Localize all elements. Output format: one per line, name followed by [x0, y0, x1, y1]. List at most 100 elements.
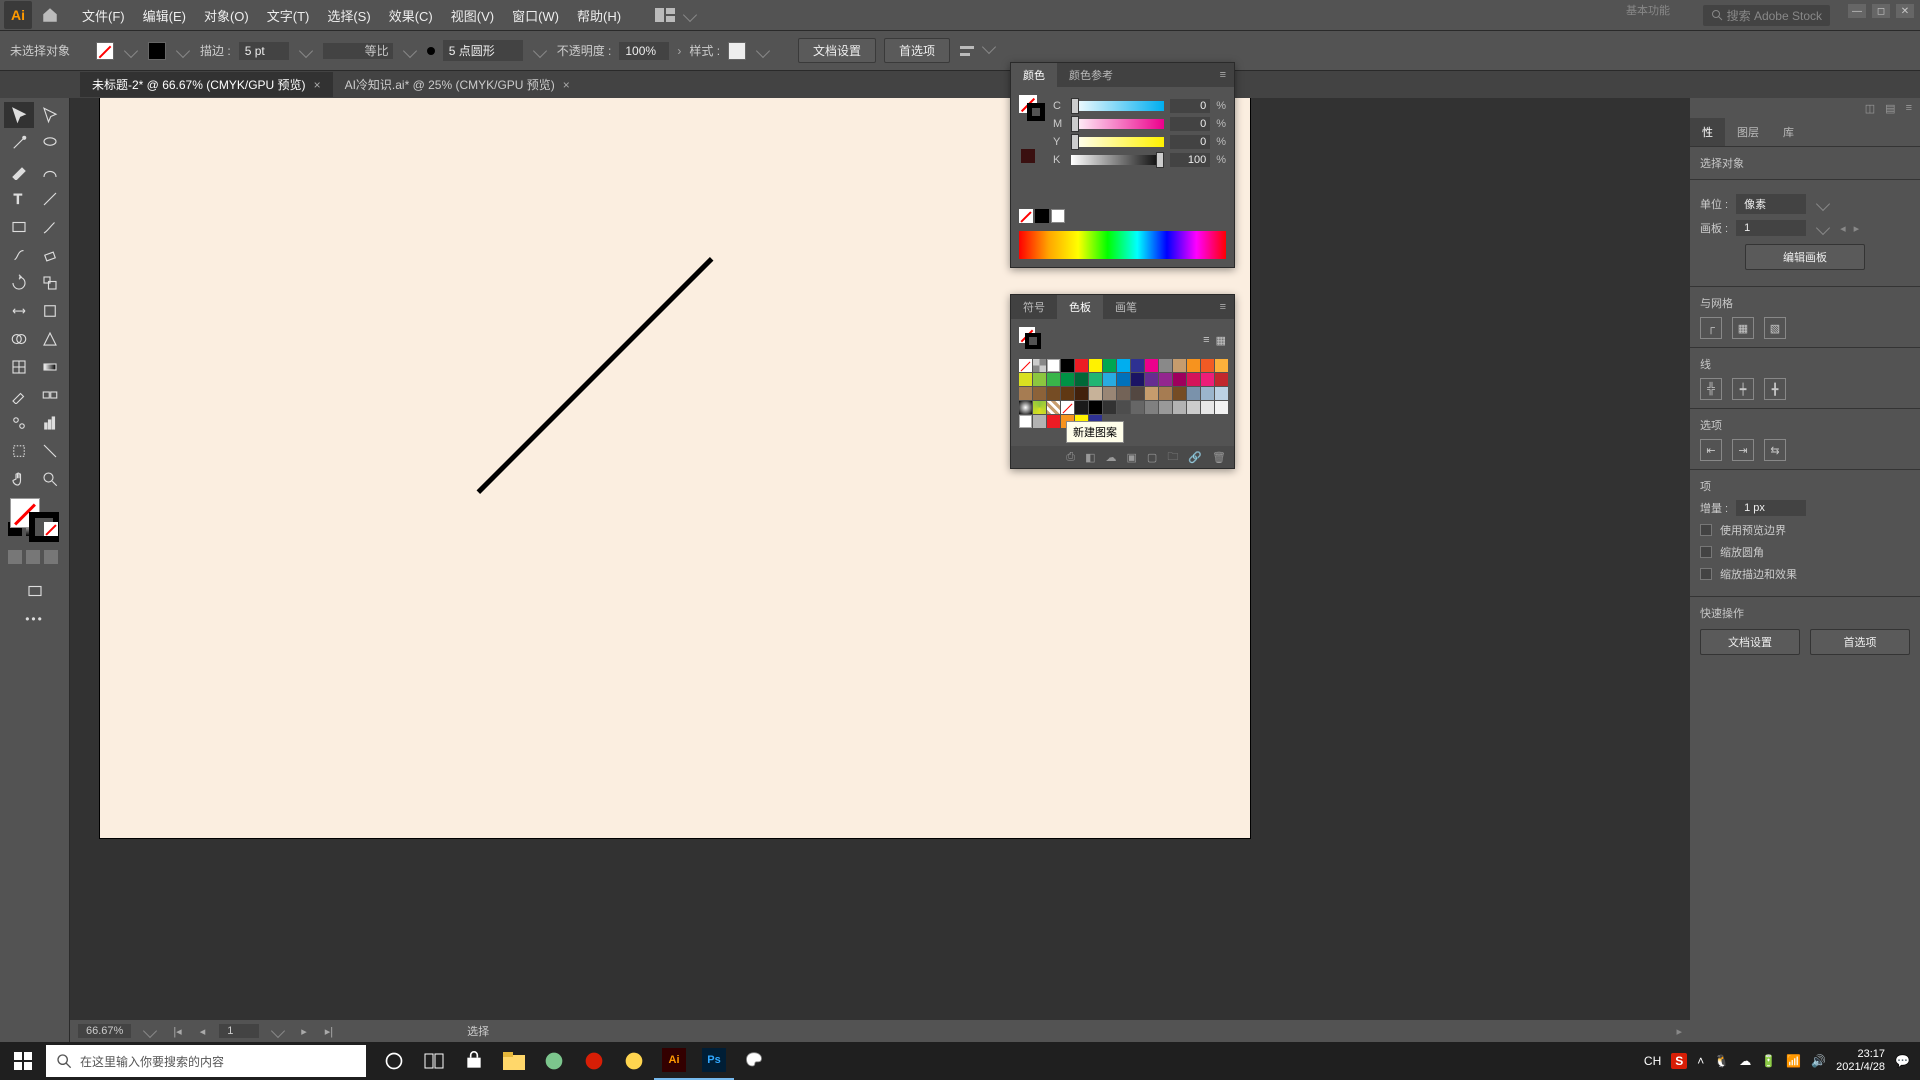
tray-battery-icon[interactable]: 🔋	[1761, 1054, 1776, 1068]
new-swatch-icon[interactable]: ▢	[1147, 451, 1157, 464]
swatch[interactable]	[1047, 401, 1060, 414]
perspective-tool[interactable]	[36, 326, 66, 352]
paintbrush-tool[interactable]	[36, 214, 66, 240]
mesh-tool[interactable]	[4, 354, 34, 380]
color-group-icon[interactable]: ▣	[1127, 451, 1137, 464]
store-icon[interactable]	[454, 1042, 494, 1080]
color-mode-none[interactable]	[44, 522, 58, 536]
document-setup-button[interactable]: 文档设置	[798, 38, 876, 63]
panel-layout-icon[interactable]: ▤	[1885, 102, 1895, 114]
gradient-tool[interactable]	[36, 354, 66, 380]
draw-mode-icon[interactable]	[8, 550, 22, 564]
swatch[interactable]	[1159, 387, 1172, 400]
chevron-down-icon[interactable]	[299, 43, 313, 57]
swatch[interactable]	[1019, 415, 1032, 428]
swatch[interactable]	[1131, 387, 1144, 400]
opacity-field[interactable]: 100%	[619, 42, 669, 60]
tab-properties[interactable]: 性	[1690, 118, 1725, 146]
panel-stroke-swatch[interactable]	[1027, 103, 1045, 121]
swatch[interactable]	[1131, 373, 1144, 386]
swatch[interactable]	[1089, 401, 1102, 414]
ime-sogou-icon[interactable]: S	[1671, 1053, 1687, 1069]
c-slider[interactable]	[1071, 101, 1164, 111]
home-button[interactable]	[36, 1, 64, 29]
swatch[interactable]	[1201, 359, 1214, 372]
swatch[interactable]	[1201, 387, 1214, 400]
last-color-swatch[interactable]	[1021, 149, 1035, 163]
swatch[interactable]	[1089, 359, 1102, 372]
type-tool[interactable]: T	[4, 186, 34, 212]
quick-prefs-button[interactable]: 首选项	[1810, 629, 1910, 655]
close-icon[interactable]: ×	[563, 78, 570, 92]
workspace-switcher[interactable]	[649, 6, 705, 24]
swatch[interactable]	[1033, 359, 1046, 372]
rectangle-tool[interactable]	[4, 214, 34, 240]
swatch[interactable]	[1089, 387, 1102, 400]
next-artboard-button[interactable]: ▸	[1854, 222, 1860, 235]
menu-edit[interactable]: 编辑(E)	[135, 2, 194, 29]
tray-volume-icon[interactable]: 🔊	[1811, 1054, 1826, 1068]
swatch[interactable]	[1061, 359, 1074, 372]
swatch[interactable]	[1047, 387, 1060, 400]
swatch[interactable]	[1075, 387, 1088, 400]
search-adobe-stock[interactable]: 搜索 Adobe Stock	[1703, 5, 1830, 26]
last-page-button[interactable]: ▸|	[321, 1025, 337, 1038]
swatch[interactable]	[1117, 373, 1130, 386]
color-tab[interactable]: 颜色	[1011, 63, 1057, 87]
tray-qq-icon[interactable]: 🐧	[1714, 1054, 1729, 1068]
swatch[interactable]	[1103, 373, 1116, 386]
swatch[interactable]	[1215, 387, 1228, 400]
swatch[interactable]	[1103, 387, 1116, 400]
swatch[interactable]	[1145, 401, 1158, 414]
paint-icon[interactable]	[734, 1042, 774, 1080]
document-tab[interactable]: AI冷知识.ai* @ 25% (CMYK/GPU 预览) ×	[333, 72, 582, 97]
swatch[interactable]	[1131, 401, 1144, 414]
selection-tool[interactable]	[4, 102, 34, 128]
swatch-options-icon[interactable]: ☁	[1106, 451, 1117, 464]
prev-page-button[interactable]: ◂	[196, 1025, 210, 1038]
photoshop-taskbar-icon[interactable]: Ps	[694, 1042, 734, 1080]
menu-type[interactable]: 文字(T)	[259, 2, 318, 29]
fill-swatch[interactable]	[96, 42, 114, 60]
scale-strokes-checkbox[interactable]	[1700, 568, 1712, 580]
swatch[interactable]	[1019, 373, 1032, 386]
artboard-number[interactable]: 1	[219, 1024, 259, 1038]
tray-chevron-icon[interactable]: ˄	[1697, 1054, 1704, 1068]
swatch[interactable]	[1145, 373, 1158, 386]
swatch[interactable]	[1019, 401, 1032, 414]
edit-toolbar-button[interactable]: •••	[4, 606, 65, 632]
rotate-tool[interactable]	[4, 270, 34, 296]
notifications-icon[interactable]: 💬	[1895, 1054, 1910, 1068]
sw-stroke-swatch[interactable]	[1025, 333, 1041, 349]
draw-mode-icon[interactable]	[26, 550, 40, 564]
essentials-label[interactable]: 基本功能	[1626, 2, 1670, 18]
swatch[interactable]	[1061, 401, 1074, 414]
screen-mode-row[interactable]	[4, 550, 65, 566]
stroke-weight-field[interactable]: 5 pt	[239, 42, 289, 60]
swatch[interactable]	[1201, 401, 1214, 414]
preferences-button[interactable]: 首选项	[884, 38, 950, 63]
close-button[interactable]: ✕	[1896, 4, 1914, 18]
swatch[interactable]	[1061, 373, 1074, 386]
line-tool[interactable]	[36, 186, 66, 212]
swatch[interactable]	[1061, 387, 1074, 400]
align-option-icon[interactable]: ⇆	[1764, 439, 1786, 461]
snap-grid-icon[interactable]: ╋	[1764, 378, 1786, 400]
align-option-icon[interactable]: ⇥	[1732, 439, 1754, 461]
swatch[interactable]	[1215, 359, 1228, 372]
snap-point-icon[interactable]: ┿	[1732, 378, 1754, 400]
eyedropper-tool[interactable]	[4, 382, 34, 408]
swatch[interactable]	[1145, 387, 1158, 400]
scale-corners-checkbox[interactable]	[1700, 546, 1712, 558]
illustrator-taskbar-icon[interactable]: Ai	[654, 1042, 694, 1080]
symbol-tool[interactable]	[4, 410, 34, 436]
swatch[interactable]	[1173, 359, 1186, 372]
white-swatch[interactable]	[1051, 209, 1065, 223]
graph-tool[interactable]	[36, 410, 66, 436]
swatch[interactable]	[1047, 373, 1060, 386]
swatch[interactable]	[1033, 373, 1046, 386]
swatch[interactable]	[1215, 373, 1228, 386]
align-icons[interactable]	[958, 42, 998, 60]
y-value[interactable]: 0	[1170, 135, 1210, 149]
menu-help[interactable]: 帮助(H)	[569, 2, 629, 29]
